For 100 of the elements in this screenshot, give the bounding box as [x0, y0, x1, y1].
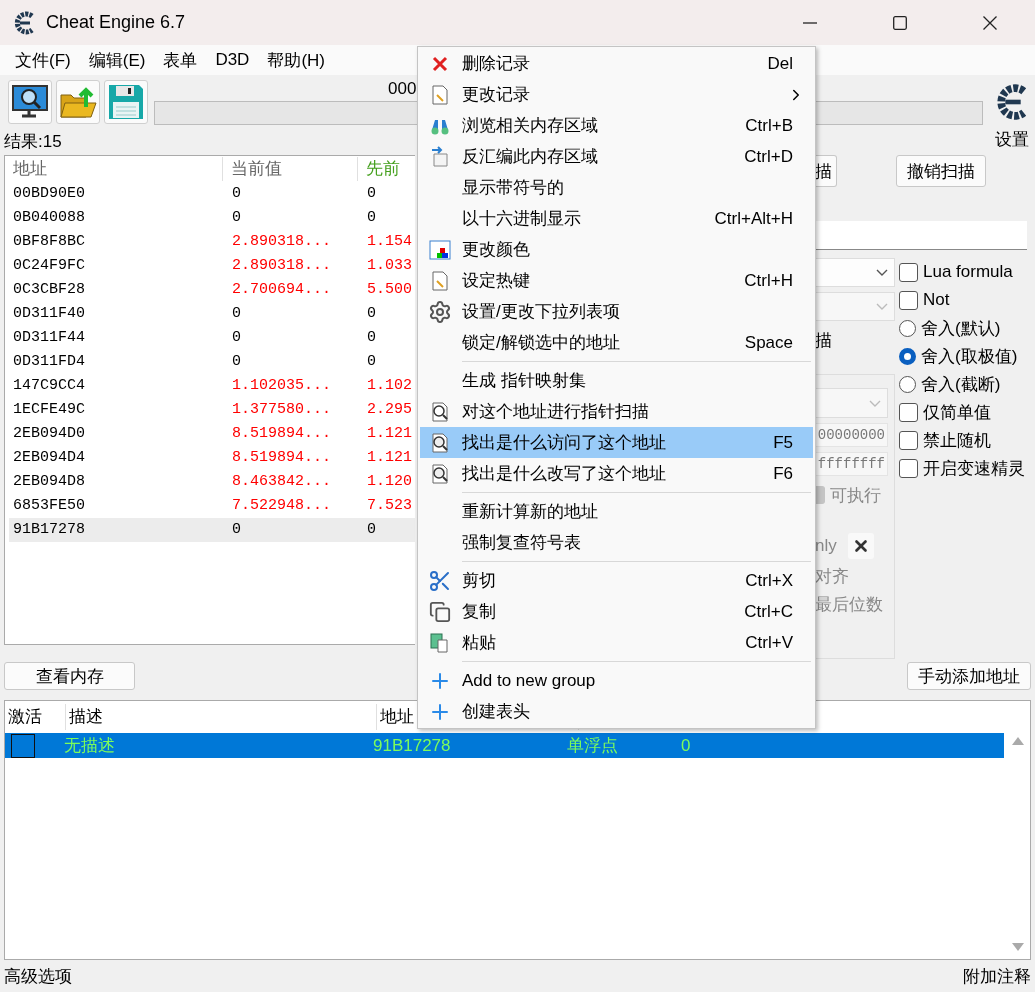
- option-checkbox[interactable]: Not: [899, 286, 1035, 314]
- option-checkbox[interactable]: 仅简单值: [899, 398, 1035, 426]
- advanced-options-link[interactable]: 高级选项: [4, 964, 72, 988]
- column-header[interactable]: 地址: [5, 157, 223, 181]
- table-cell-text: 单浮点: [567, 735, 619, 757]
- table-cell[interactable]: 0BF8F8BC: [9, 230, 227, 254]
- process-label: 000: [388, 78, 417, 100]
- comments-link[interactable]: 附加注释: [963, 964, 1031, 988]
- process-button[interactable]: [8, 79, 52, 124]
- menu-item[interactable]: 更改记录: [420, 79, 813, 110]
- table-cell-text: 0: [366, 352, 377, 372]
- stop-address-field[interactable]: ffffffff: [815, 452, 888, 476]
- menu-item[interactable]: 重新计算新的地址: [420, 496, 813, 527]
- table-cell[interactable]: 0D311F44: [9, 326, 227, 350]
- menu-item[interactable]: 浏览相关内存区域 Ctrl+B: [420, 110, 813, 141]
- menu-item[interactable]: 表单: [154, 48, 207, 72]
- table-cell[interactable]: 2EB094D0: [9, 422, 227, 446]
- clear-button[interactable]: [847, 533, 874, 559]
- table-cell: 0: [362, 518, 415, 542]
- table-cell-text: 0: [231, 184, 242, 204]
- menu-item[interactable]: 更改颜色: [420, 234, 813, 265]
- table-cell[interactable]: 91B17278: [9, 518, 227, 542]
- table-cell[interactable]: 2EB094D8: [9, 470, 227, 494]
- table-cell-text: 0: [231, 304, 242, 324]
- view-memory-button[interactable]: 查看内存: [4, 662, 135, 690]
- option-checkbox[interactable]: Lua formula: [899, 258, 1035, 286]
- address-row[interactable]: 无描述 91B17278 单浮点 0: [5, 733, 1004, 758]
- table-cell[interactable]: 147C9CC4: [9, 374, 227, 398]
- readonly-label: nly: [815, 536, 837, 556]
- table-cell[interactable]: 00BD90E0: [9, 182, 227, 206]
- table-cell[interactable]: 0C3CBF28: [9, 278, 227, 302]
- table-cell-text: 2.890318...: [231, 256, 333, 276]
- menu-item[interactable]: 粘贴 Ctrl+V: [420, 627, 813, 658]
- menu-item[interactable]: Add to new group: [420, 665, 813, 696]
- chevron-icon: [876, 269, 888, 276]
- column-header[interactable]: 描述: [66, 704, 377, 730]
- start-address-field[interactable]: 00000000: [815, 423, 888, 447]
- table-cell-text: 无描述: [63, 735, 116, 757]
- value-field[interactable]: [815, 221, 1027, 250]
- scan-button[interactable]: 描: [815, 155, 837, 187]
- table-cell-text: 0: [680, 735, 692, 756]
- add-address-button[interactable]: 手动添加地址: [907, 662, 1031, 690]
- menu-item[interactable]: 创建表头: [420, 696, 813, 727]
- column-header[interactable]: 当前值: [223, 157, 358, 181]
- active-checkbox[interactable]: [11, 733, 35, 758]
- table-cell[interactable]: 2EB094D4: [9, 446, 227, 470]
- option-radio[interactable]: 舍入(默认): [899, 314, 1035, 342]
- table-cell-text: 1.120: [366, 472, 413, 492]
- menu-item[interactable]: 找出是什么改写了这个地址 F6: [420, 458, 813, 489]
- settings-label: 设置: [995, 129, 1029, 151]
- menu-item[interactable]: 反汇编此内存区域 Ctrl+D: [420, 141, 813, 172]
- menu-item[interactable]: 设定热键 Ctrl+H: [420, 265, 813, 296]
- table-cell[interactable]: 0B040088: [9, 206, 227, 230]
- table-cell-text: 5.500: [366, 280, 413, 300]
- table-cell-text: 0: [366, 184, 377, 204]
- menu-item[interactable]: 锁定/解锁选中的地址 Space: [420, 327, 813, 358]
- table-cell-text: 0: [231, 352, 242, 372]
- menu-item[interactable]: 设置/更改下拉列表项: [420, 296, 813, 327]
- option-checkbox[interactable]: 禁止随机: [899, 426, 1035, 454]
- table-cell-text: 8.463842...: [231, 472, 333, 492]
- save-button[interactable]: [104, 79, 148, 124]
- menu-item[interactable]: 剪切 Ctrl+X: [420, 565, 813, 596]
- option-radio[interactable]: 舍入(取极值): [899, 342, 1035, 370]
- option-radio[interactable]: 舍入(截断): [899, 370, 1035, 398]
- undo-scan-button[interactable]: 撤销扫描: [896, 155, 986, 187]
- menu-item[interactable]: 显示带符号的: [420, 172, 813, 203]
- document-pencil-icon: [429, 83, 451, 106]
- maximize-icon: [893, 15, 907, 30]
- paste-icon: [429, 631, 451, 654]
- table-cell-text: 0: [366, 208, 377, 228]
- menu-item[interactable]: 对这个地址进行指针扫描: [420, 396, 813, 427]
- menu-item[interactable]: 生成 指针映射集: [420, 365, 813, 396]
- menu-item[interactable]: 帮助(H): [258, 48, 334, 72]
- menu-item[interactable]: 复制 Ctrl+C: [420, 596, 813, 627]
- dropdown[interactable]: [815, 258, 895, 287]
- menu-item[interactable]: 删除记录 Del: [420, 48, 813, 79]
- menu-item[interactable]: 强制复查符号表: [420, 527, 813, 558]
- menu-item[interactable]: 以十六进制显示 Ctrl+Alt+H: [420, 203, 813, 234]
- scroll-down-icon[interactable]: [1012, 943, 1024, 951]
- table-cell[interactable]: 0D311FD4: [9, 350, 227, 374]
- menu-item[interactable]: D3D: [206, 50, 259, 70]
- menu-item[interactable]: 文件(F): [6, 48, 80, 72]
- table-cell-text: 7.522948...: [231, 496, 333, 516]
- chevron-icon: [869, 399, 881, 407]
- table-cell-text: 0: [231, 208, 242, 228]
- table-cell-text: 8.519894...: [231, 448, 333, 468]
- alignment-label: 对齐: [815, 566, 850, 588]
- dropdown[interactable]: [815, 388, 888, 418]
- table-cell[interactable]: 0C24F9FC: [9, 254, 227, 278]
- executable-label: 可执行: [830, 484, 881, 507]
- option-checkbox[interactable]: 开启变速精灵: [899, 454, 1035, 482]
- table-cell[interactable]: 6853FE50: [9, 494, 227, 518]
- chevron-icon: [876, 303, 888, 310]
- table-cell[interactable]: 0D311F40: [9, 302, 227, 326]
- table-cell[interactable]: 1ECFE49C: [9, 398, 227, 422]
- menu-item[interactable]: 找出是什么访问了这个地址 F5: [420, 427, 813, 458]
- menu-item[interactable]: 编辑(E): [79, 48, 155, 72]
- scroll-up-icon[interactable]: [1012, 737, 1024, 745]
- column-header[interactable]: 激活: [5, 704, 66, 730]
- document-pencil-icon: [429, 269, 451, 292]
